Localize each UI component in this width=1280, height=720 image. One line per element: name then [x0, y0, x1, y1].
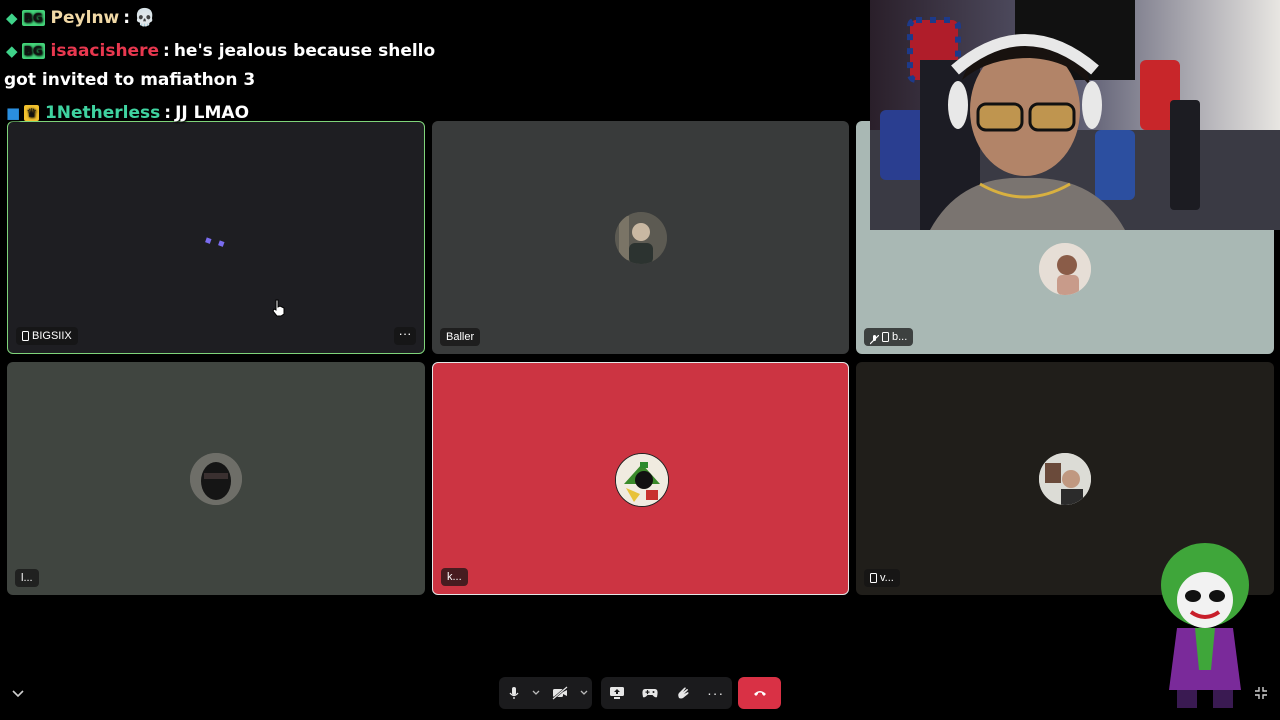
microphone-button[interactable] — [499, 677, 529, 709]
activity-button[interactable] — [636, 677, 664, 709]
call-screen: ◆ BG Peylnw: 💀 ◆ BG isaacishere: he's jealous … — [0, 0, 1280, 720]
mobile-device-icon — [870, 573, 877, 583]
participant-avatar — [614, 211, 667, 264]
media-controls — [499, 677, 592, 709]
participant-name: Baller — [446, 331, 475, 343]
end-call-button[interactable] — [738, 677, 781, 709]
bg-badge-icon: BG — [21, 10, 45, 26]
more-options-button[interactable]: ··· — [702, 677, 730, 709]
participant-name-tag: k... — [441, 568, 468, 586]
chat-message: ◆ BG isaacishere: he's jealous because shel… — [4, 37, 454, 95]
gamepad-icon — [642, 689, 658, 698]
webcam-video — [870, 0, 1280, 230]
crown-badge-icon: ♛ — [24, 105, 39, 121]
streamer-webcam-overlay — [870, 0, 1280, 230]
participant-tile-baller[interactable]: Baller — [432, 121, 849, 354]
mobile-device-icon — [22, 331, 29, 341]
participant-avatar — [1039, 452, 1091, 505]
soundboard-button[interactable] — [669, 677, 697, 709]
participant-avatar — [190, 452, 242, 505]
participant-name: b... — [892, 331, 908, 343]
participant-name-tag: Baller — [440, 328, 481, 346]
chat-separator: : — [123, 8, 131, 28]
chat-text: JJ LMAO — [175, 103, 250, 123]
loading-indicator-icon — [205, 234, 227, 252]
participant-tile-k[interactable]: k... — [432, 362, 849, 595]
microphone-icon — [509, 687, 519, 699]
participant-tile-l[interactable]: l... — [7, 362, 425, 595]
muted-mic-icon — [869, 333, 880, 344]
chevron-down-icon — [532, 690, 540, 695]
chat-username: 1Netherless — [44, 103, 161, 123]
chat-text: 💀 — [134, 8, 156, 28]
chevron-down-icon — [580, 690, 588, 695]
cube-badge-icon: ■ — [6, 104, 21, 122]
camera-off-icon — [552, 686, 568, 700]
camera-options-button[interactable] — [577, 677, 591, 709]
participant-avatar — [1039, 243, 1091, 295]
chat-separator: : — [164, 103, 172, 123]
participant-name-tag: v... — [864, 569, 900, 587]
participant-name-tag: b... — [864, 328, 914, 346]
participant-name-tag: BIGSIIX — [16, 327, 78, 345]
mobile-device-icon — [882, 332, 889, 342]
participant-avatar — [614, 452, 669, 507]
participant-name-tag: l... — [15, 569, 39, 587]
bg-badge-icon: BG — [21, 43, 45, 59]
gem-badge-icon: ◆ — [6, 9, 18, 27]
chat-username: isaacishere — [50, 41, 160, 61]
participant-name: k... — [447, 571, 462, 583]
chat-separator: : — [163, 41, 170, 61]
screen-share-button[interactable] — [603, 677, 631, 709]
participant-name: BIGSIIX — [32, 330, 72, 342]
call-actions: ··· — [601, 677, 732, 709]
participant-name: v... — [880, 572, 894, 584]
tile-more-button[interactable]: ··· — [394, 327, 416, 345]
gem-badge-icon: ◆ — [6, 42, 18, 60]
screen-share-icon — [610, 687, 625, 699]
chat-message: ■ ♛ 1Netherless: JJ LMAO — [4, 99, 249, 128]
camera-button[interactable] — [543, 677, 577, 709]
chat-message: ◆ BG Peylnw: 💀 — [4, 4, 155, 33]
collapse-icon[interactable] — [1254, 686, 1268, 705]
participant-tile-bigsiix[interactable]: BIGSIIX ··· — [7, 121, 425, 354]
hang-up-icon — [753, 691, 766, 696]
joker-sticker-overlay — [1155, 540, 1255, 715]
microphone-options-button[interactable] — [529, 677, 543, 709]
chevron-down-icon[interactable] — [12, 686, 24, 704]
soundboard-icon — [678, 687, 689, 699]
participant-name: l... — [21, 572, 33, 584]
chat-username: Peylnw — [50, 8, 120, 28]
hand-cursor-icon — [272, 299, 286, 322]
